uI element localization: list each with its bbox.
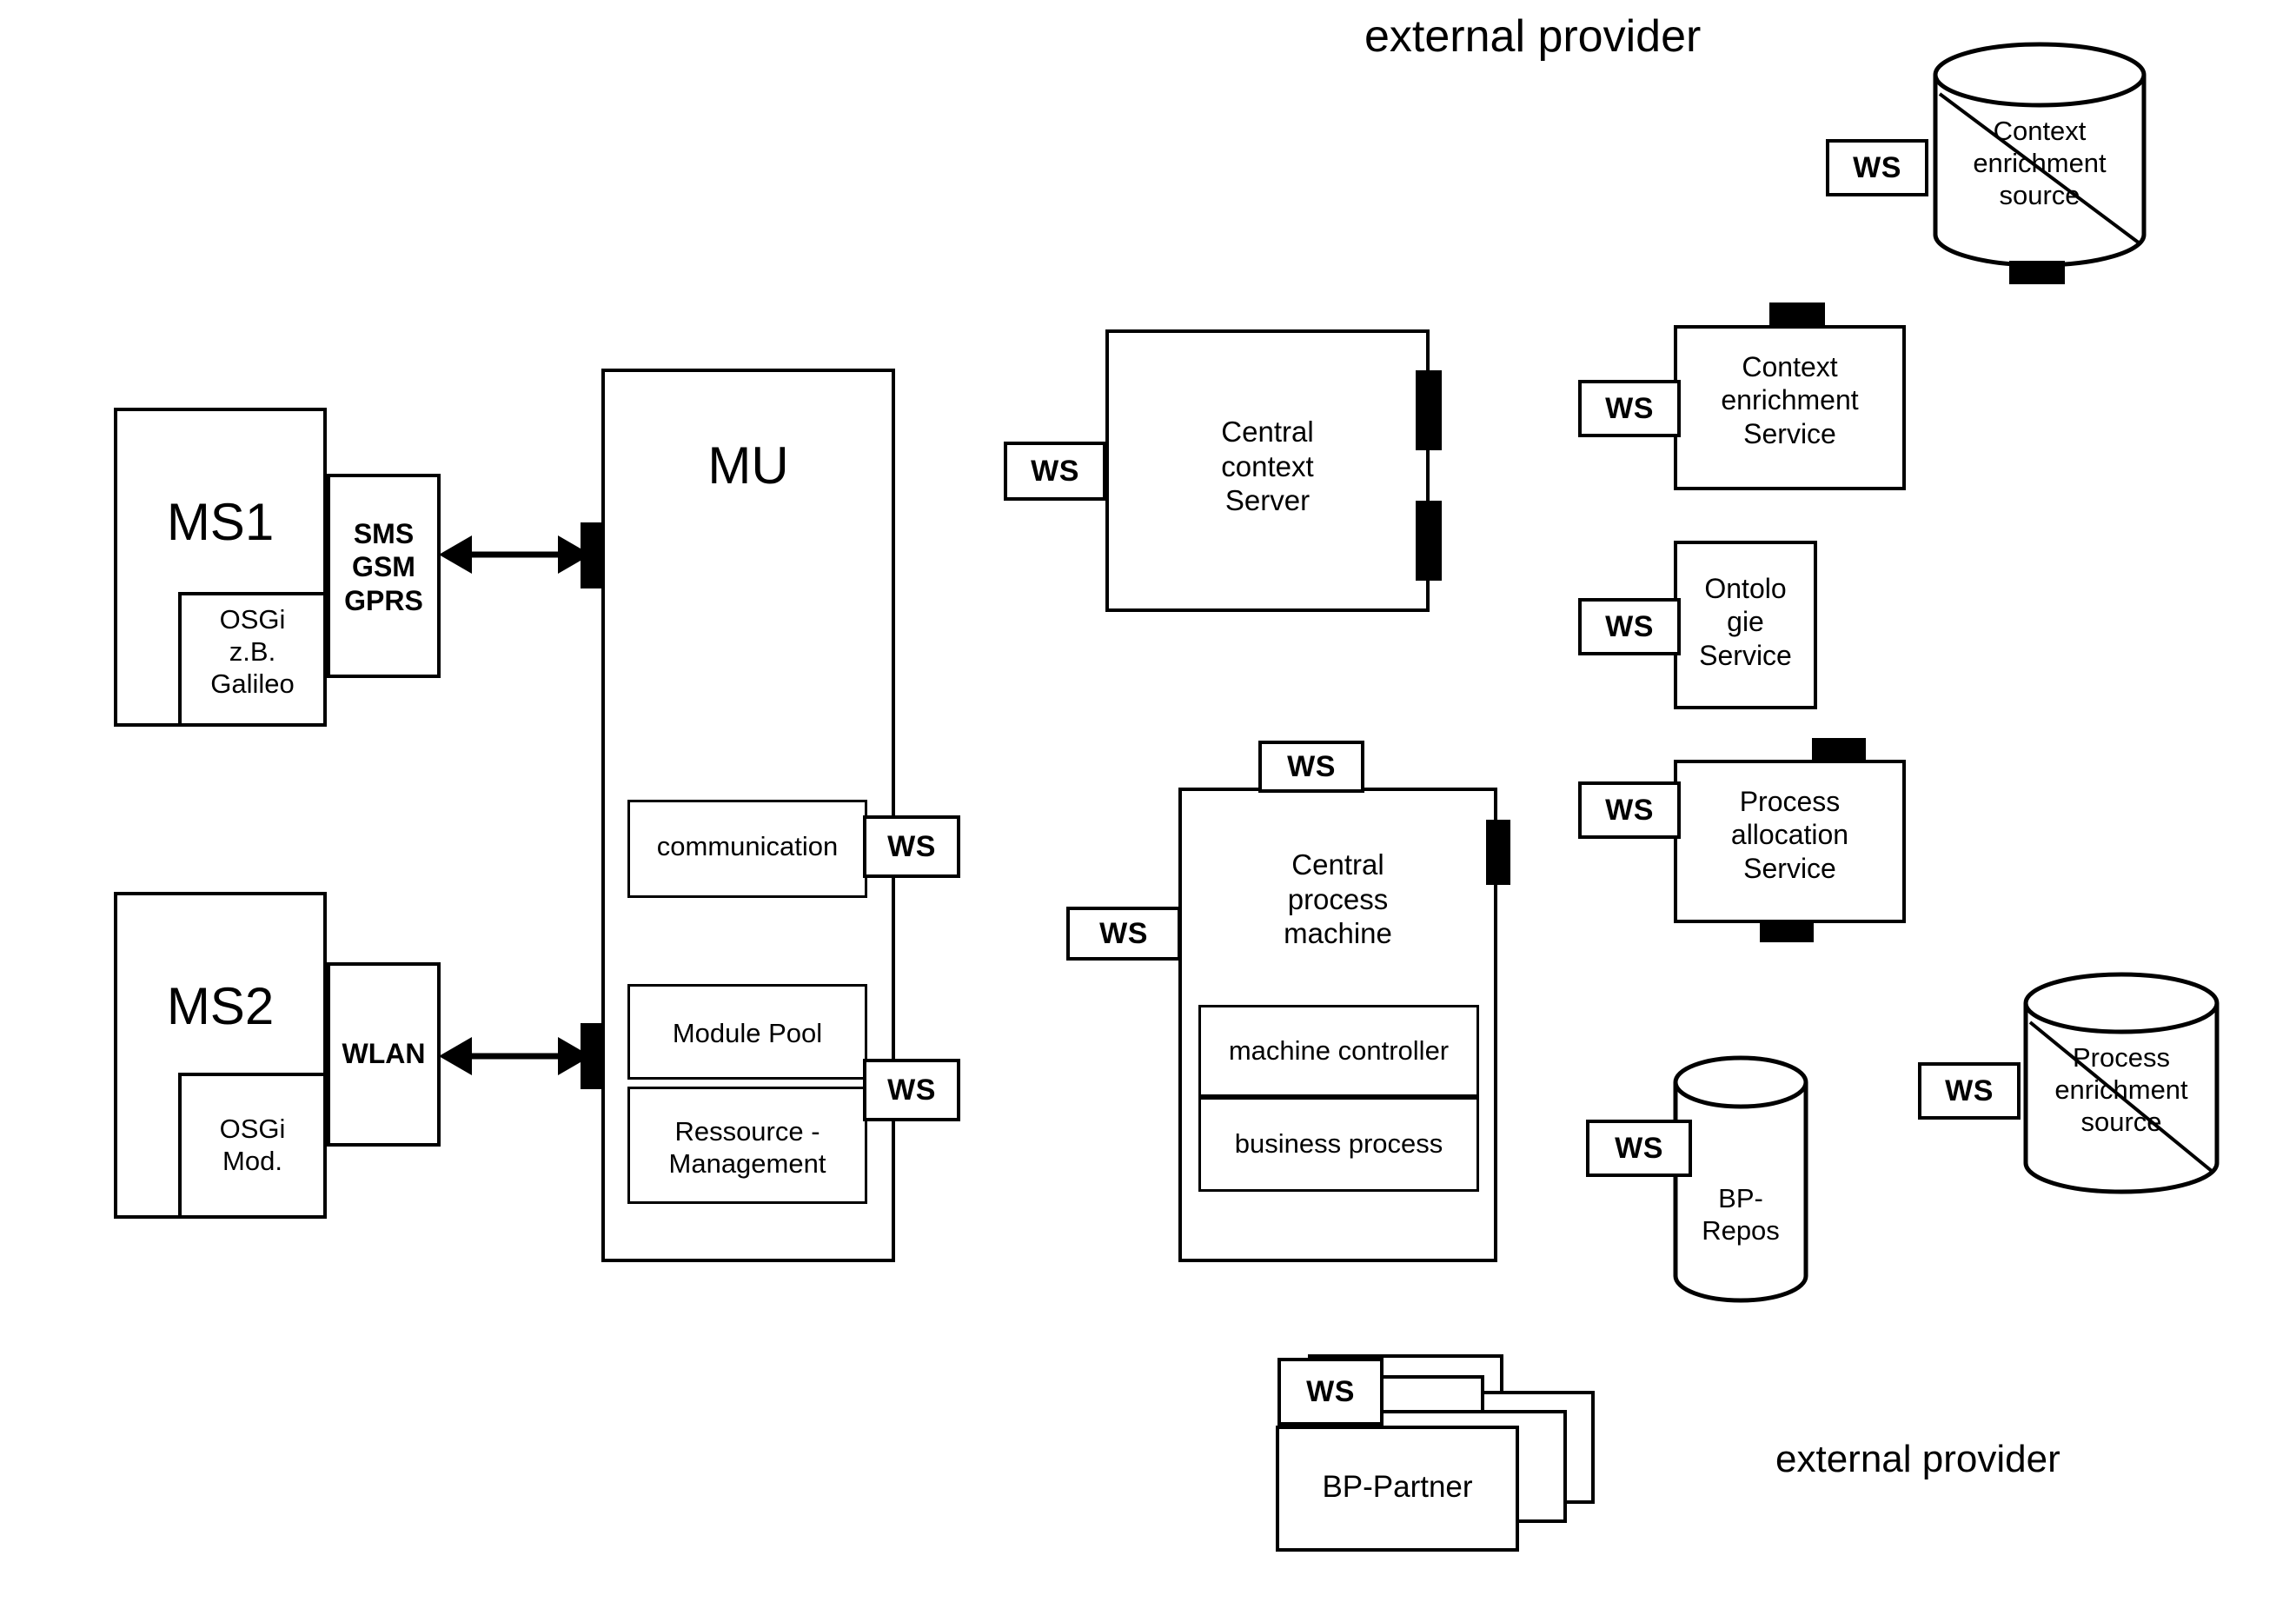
context-enrichment-source-port-bottom	[2009, 261, 2065, 284]
context-enrichment-service-port-top	[1769, 303, 1825, 327]
ms2-mu-link-arrow	[439, 1021, 591, 1095]
mu-ressource-management-ws-tab[interactable]: WS	[863, 1059, 960, 1121]
central-process-machine-port	[1486, 820, 1510, 885]
central-context-server-ws-tab[interactable]: WS	[1004, 442, 1106, 501]
central-context-server[interactable]	[1105, 329, 1430, 612]
context-enrichment-service-ws-tab[interactable]: WS	[1578, 380, 1681, 437]
external-provider-label-top: external provider	[1364, 11, 1702, 62]
external-provider-label-bottom: external provider	[1775, 1438, 2060, 1480]
bp-repos-ws-tab[interactable]: WS	[1586, 1120, 1692, 1177]
cpm-component-machine-controller[interactable]	[1198, 1005, 1479, 1097]
central-process-machine-ws-tab-top[interactable]: WS	[1258, 741, 1364, 793]
ms1-mu-link-arrow	[439, 520, 591, 594]
process-allocation-service-ws-tab[interactable]: WS	[1578, 781, 1681, 839]
ms2-osgi-box[interactable]	[178, 1073, 327, 1219]
process-allocation-service[interactable]	[1674, 760, 1906, 923]
bp-repos[interactable]	[1671, 1054, 1810, 1311]
diagram-canvas: external provider MS1 OSGi z.B. Galileo …	[0, 0, 2296, 1609]
ms2-bearer-box[interactable]	[327, 962, 441, 1147]
mu-component-module-pool[interactable]	[627, 984, 867, 1080]
context-enrichment-source[interactable]	[1931, 42, 2148, 276]
context-enrichment-source-ws-tab[interactable]: WS	[1826, 139, 1928, 196]
process-enrichment-source-ws-tab[interactable]: WS	[1918, 1062, 2021, 1120]
central-process-machine-ws-tab-left[interactable]: WS	[1066, 907, 1181, 961]
mu-communication-ws-tab[interactable]: WS	[863, 815, 960, 878]
mu-component-communication[interactable]	[627, 800, 867, 898]
cpm-component-business-process[interactable]	[1198, 1097, 1479, 1192]
ms1-osgi-box[interactable]	[178, 592, 327, 727]
bp-partner-ws-tab[interactable]: WS	[1277, 1358, 1384, 1426]
central-context-server-port-upper	[1416, 370, 1442, 450]
mu-component-ressource-management[interactable]	[627, 1087, 867, 1204]
ontologie-service-ws-tab[interactable]: WS	[1578, 598, 1681, 655]
context-enrichment-service[interactable]	[1674, 325, 1906, 490]
process-enrichment-source[interactable]	[2021, 972, 2221, 1202]
ontologie-service[interactable]	[1674, 541, 1817, 709]
process-allocation-service-port-bottom	[1760, 920, 1814, 942]
process-allocation-service-port-top	[1812, 738, 1866, 761]
central-context-server-port-lower	[1416, 501, 1442, 581]
bp-partner-front[interactable]	[1276, 1426, 1519, 1552]
ms1-bearer-box[interactable]	[327, 474, 441, 678]
